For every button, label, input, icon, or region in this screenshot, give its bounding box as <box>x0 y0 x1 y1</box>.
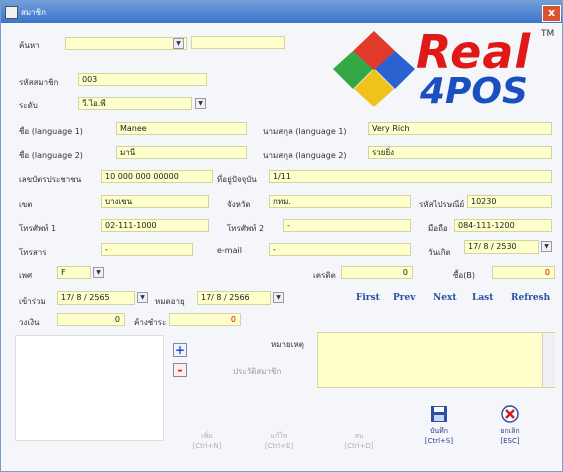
save-button-label: บันทึก <box>429 427 449 435</box>
phone2-field[interactable]: - <box>283 219 411 232</box>
surname1-field[interactable]: Very Rich <box>368 122 552 135</box>
outstanding-field[interactable]: 0 <box>169 313 241 326</box>
delete-button-label: ลบ <box>354 432 364 440</box>
edit-button[interactable]: แก้ไข [Ctrl+E] <box>259 431 299 451</box>
id-card-label: เลขบัตรประชาชน <box>19 175 82 184</box>
add-button-label: เพิ่ม <box>201 432 213 440</box>
note-field[interactable] <box>317 332 555 388</box>
expire-date-dropdown-icon[interactable]: ▼ <box>273 292 284 303</box>
note-scrollbar[interactable] <box>542 333 555 387</box>
name1-field[interactable]: Manee <box>116 122 247 135</box>
email-label: e-mail <box>217 246 242 255</box>
expire-date-label: หมดอายุ <box>155 297 185 306</box>
mobile-field[interactable]: 084-111-1200 <box>454 219 552 232</box>
name1-label: ชื่อ (language 1) <box>19 127 83 136</box>
points-field[interactable]: 0 <box>492 266 555 279</box>
address-label: ที่อยู่ปัจจุบัน <box>217 175 257 184</box>
phone1-label: โทรศัพท์ 1 <box>19 224 57 233</box>
join-date-label: เข้าร่วม <box>19 297 46 306</box>
phone2-label: โทรศัพท์ 2 <box>227 224 265 233</box>
logo-diamond-icon <box>333 31 415 107</box>
member-code-field[interactable]: 003 <box>78 73 207 86</box>
mobile-label: มือถือ <box>428 224 448 233</box>
app-icon <box>5 6 18 19</box>
birthday-dropdown-icon[interactable]: ▼ <box>541 241 552 252</box>
surname1-label: นามสกุล (language 1) <box>263 127 347 136</box>
delete-button[interactable]: ลบ [Ctrl+D] <box>339 431 379 451</box>
district-field[interactable]: บางเขน <box>101 195 209 208</box>
add-history-button[interactable]: + <box>173 343 187 357</box>
cancel-button[interactable]: ยกเลิก [ESC] <box>490 405 530 446</box>
close-button[interactable]: x <box>542 5 561 22</box>
province-label: จังหวัด <box>227 200 251 209</box>
outstanding-label: ค้างชำระ <box>134 318 167 327</box>
phone1-field[interactable]: 02-111-1000 <box>101 219 209 232</box>
member-window: สมาชิก x Real 4POS TM ค้นหา ▼ รหัสสมาชิก… <box>0 0 563 472</box>
fax-label: โทรสาร <box>19 248 47 257</box>
level-dropdown-icon[interactable]: ▼ <box>195 98 206 109</box>
title-bar: สมาชิก x <box>1 1 562 23</box>
email-field[interactable]: - <box>269 243 411 256</box>
level-label: ระดับ <box>19 101 38 110</box>
cancel-button-label: ยกเลิก <box>500 427 520 435</box>
add-button[interactable]: เพิ่ม [Ctrl+N] <box>187 431 227 451</box>
birthday-field[interactable]: 17/ 8 / 2530 <box>464 240 539 254</box>
note-label: หมายเหตุ <box>271 340 304 349</box>
cancel-x-icon <box>501 405 519 423</box>
logo-tm: TM <box>541 29 555 39</box>
save-button[interactable]: บันทึก [Ctrl+S] <box>419 405 459 446</box>
edit-button-key: [Ctrl+E] <box>264 442 294 450</box>
nav-prev-link[interactable]: Prev <box>393 293 415 303</box>
surname2-field[interactable]: รวยยิ่ง <box>368 146 552 159</box>
save-button-key: [Ctrl+S] <box>424 437 454 445</box>
window-title: สมาชิก <box>21 8 46 17</box>
level-select[interactable]: วี.ไอ.พี <box>78 97 192 110</box>
cancel-button-key: [ESC] <box>500 437 520 445</box>
name2-field[interactable]: มานี <box>116 146 247 159</box>
gender-select[interactable]: F <box>57 266 91 279</box>
member-history-panel[interactable] <box>15 335 164 441</box>
nav-refresh-link[interactable]: Refresh <box>511 293 550 303</box>
search-input-2[interactable] <box>191 36 285 49</box>
points-label: ซื้อ(B) <box>453 271 475 280</box>
remove-history-button[interactable]: - <box>173 363 187 377</box>
search-input[interactable] <box>65 37 187 50</box>
gender-label: เพศ <box>19 271 33 280</box>
district-label: เขต <box>19 200 33 209</box>
nav-next-link[interactable]: Next <box>433 293 456 303</box>
logo-4pos-text: 4POS <box>420 71 528 112</box>
member-code-label: รหัสสมาชิก <box>19 78 59 87</box>
delete-button-key: [Ctrl+D] <box>344 442 374 450</box>
search-dropdown-icon[interactable]: ▼ <box>173 38 184 49</box>
birthday-label: วันเกิด <box>428 248 451 257</box>
address-field[interactable]: 1/11 <box>269 170 552 183</box>
name2-label: ชื่อ (language 2) <box>19 151 83 160</box>
id-card-field[interactable]: 10 000 000 00000 <box>101 170 213 183</box>
edit-button-label: แก้ไข <box>270 432 288 440</box>
fax-field[interactable]: - <box>101 243 193 256</box>
add-button-key: [Ctrl+N] <box>192 442 222 450</box>
history-label: ประวัติสมาชิก <box>233 367 282 376</box>
gender-dropdown-icon[interactable]: ▼ <box>93 267 104 278</box>
postcode-field[interactable]: 10230 <box>467 195 552 208</box>
surname2-label: นามสกุล (language 2) <box>263 151 347 160</box>
search-label: ค้นหา <box>19 41 40 50</box>
join-date-dropdown-icon[interactable]: ▼ <box>137 292 148 303</box>
join-date-field[interactable]: 17/ 8 / 2565 <box>57 291 135 305</box>
nav-first-link[interactable]: First <box>356 293 380 303</box>
province-field[interactable]: กทม. <box>269 195 411 208</box>
deposit-field[interactable]: 0 <box>57 313 125 326</box>
credit-label: เครดิต <box>313 271 336 280</box>
postcode-label: รหัสไปรษณีย์ <box>419 200 465 209</box>
deposit-label: วงเงิน <box>19 318 40 327</box>
credit-field[interactable]: 0 <box>341 266 413 279</box>
expire-date-field[interactable]: 17/ 8 / 2566 <box>197 291 271 305</box>
save-disk-icon <box>431 406 447 422</box>
nav-last-link[interactable]: Last <box>472 293 493 303</box>
